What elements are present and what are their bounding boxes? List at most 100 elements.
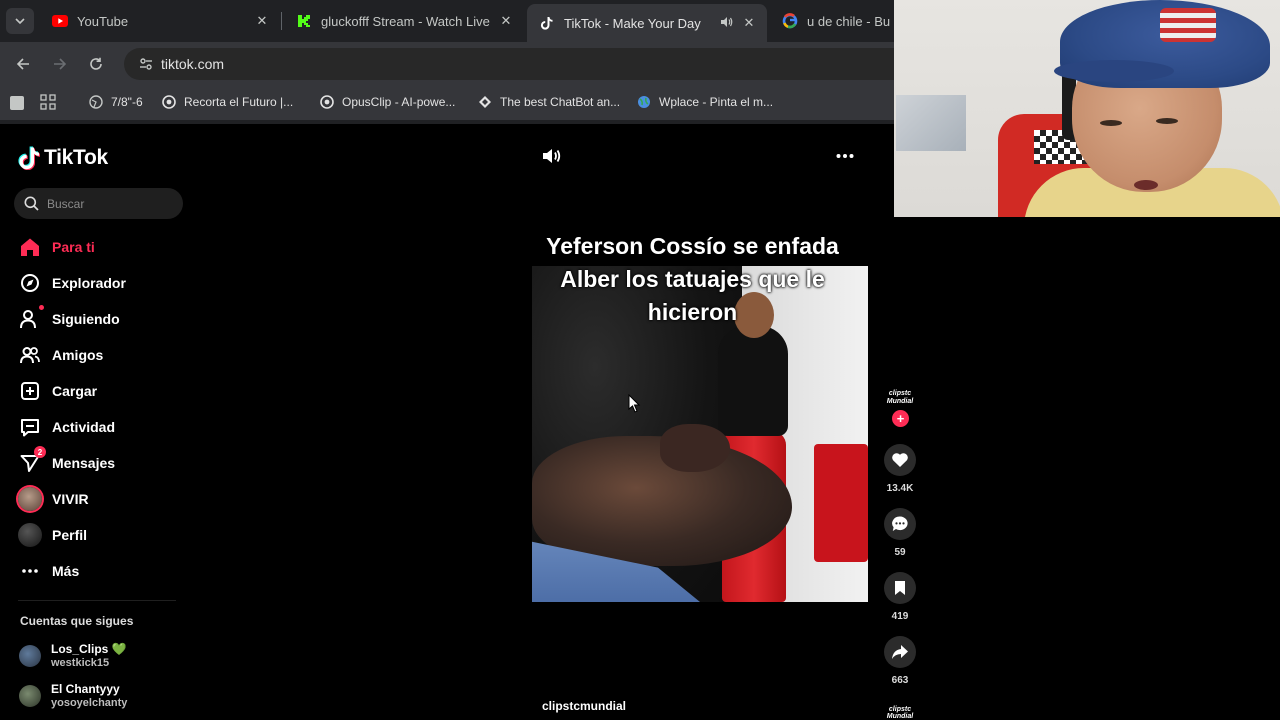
webcam-overlay [894,0,1280,217]
save-action[interactable]: 419 [880,572,920,622]
nav-para-ti[interactable]: Para ti [18,234,95,260]
share-button[interactable] [884,636,916,668]
bookmark-label: Wplace - Pinta el m... [659,95,774,109]
tiktok-logo-icon [18,146,40,170]
tab-kick[interactable]: gluckofff Stream - Watch Live o ✕ [284,4,524,38]
video-author[interactable]: clipstcmundial [542,699,626,713]
nav-mas[interactable]: Más [18,558,79,584]
friends-icon [18,343,42,367]
account-avatar [19,645,41,667]
brand-name: TikTok [44,146,108,169]
activity-icon [18,415,42,439]
nav-label: Para ti [52,239,95,255]
follow-creator-button[interactable]: + [892,410,909,427]
nav-cargar[interactable]: Cargar [18,378,97,404]
volume-button[interactable] [542,148,562,169]
chevron-down-icon [15,18,25,25]
following-account[interactable]: El Chantyyy yosoyelchanty [19,682,127,710]
sidebar-divider [18,600,176,601]
bookmark-item[interactable]: Wplace - Pinta el m... [636,94,773,110]
share-count: 663 [891,675,909,686]
bookmark-item[interactable]: 7/8"-6 [88,94,143,110]
next-creator-avatar[interactable]: clipstc Mundial [882,706,918,720]
nav-vivir[interactable]: VIVIR [18,486,89,512]
nav-actividad[interactable]: Actividad [18,414,115,440]
like-button[interactable] [884,444,916,476]
messages-icon: 2 [18,446,46,475]
more-icon [18,559,42,583]
search-placeholder: Buscar [47,196,85,211]
opus-icon [161,94,177,110]
bookmarks-bar: 7/8"-6 Recorta el Futuro |... OpusClip -… [0,86,894,120]
tab-close-button[interactable]: ✕ [498,13,514,29]
tab-close-button[interactable]: ✕ [741,15,757,31]
home-icon [18,235,42,259]
share-action[interactable]: 663 [880,636,920,686]
tab-title: gluckofff Stream - Watch Live o [321,13,490,29]
site-settings-icon[interactable] [138,56,154,72]
tab-close-button[interactable]: ✕ [254,13,270,29]
bookmark-item[interactable]: Recorta el Futuro |... [161,94,293,110]
nav-siguiendo[interactable]: Siguiendo [18,305,120,332]
comment-action[interactable]: 59 [880,508,920,558]
nav-explorador[interactable]: Explorador [18,270,126,296]
account-avatar [19,685,41,707]
tiktok-icon [539,15,555,31]
arrow-left-icon [16,58,29,70]
nav-amigos[interactable]: Amigos [18,342,103,368]
address-bar[interactable]: tiktok.com [124,48,924,80]
tab-google[interactable]: u de chile - Busc [770,4,900,38]
following-icon [18,305,44,331]
nav-label: Mensajes [52,455,116,471]
creator-avatar[interactable]: clipstc Mundial [882,385,918,411]
nav-label: VIVIR [52,491,89,507]
diamond-icon [477,94,493,110]
tab-title: YouTube [77,13,129,29]
account-handle: yosoyelchanty [51,697,128,709]
account-name: Los_Clips 💚 [51,642,127,656]
upload-icon [18,379,42,403]
tab-search-button[interactable] [6,8,34,34]
tiktok-logo[interactable]: TikTok [18,146,108,170]
apps-square-icon[interactable] [10,96,24,110]
bookmark-item[interactable]: OpusClip - AI-powe... [319,94,455,110]
arrow-right-icon [54,58,67,70]
nav-mensajes[interactable]: 2 Mensajes [18,446,116,476]
bookmark-label: The best ChatBot an... [500,95,621,109]
browser-toolbar: tiktok.com [0,42,924,86]
apps-grid-button[interactable] [40,94,56,110]
reload-button[interactable] [84,52,108,76]
tab-youtube[interactable]: YouTube ✕ [40,4,280,38]
heart-icon [892,453,908,467]
video-hand [660,424,730,472]
more-options-button[interactable] [836,146,854,171]
search-input[interactable]: Buscar [14,188,183,219]
grid-icon [40,94,56,110]
save-count: 419 [891,611,909,622]
tab-title: TikTok - Make Your Day [564,15,701,31]
like-action[interactable]: 13.4K [880,444,920,494]
forward-button[interactable] [48,52,72,76]
browser-chrome: YouTube ✕ gluckofff Stream - Watch Live … [0,0,924,124]
nav-perfil[interactable]: Perfil [18,522,87,548]
save-button[interactable] [884,572,916,604]
tab-tiktok[interactable]: TikTok - Make Your Day ✕ [527,4,767,42]
search-icon [24,196,39,211]
webcam-cap-flag [1160,8,1216,42]
comment-button[interactable] [884,508,916,540]
webcam-mouth [1134,180,1158,190]
google-icon [782,13,798,29]
webcam-eye [1156,118,1178,124]
opus-icon [319,94,335,110]
following-section-title: Cuentas que sigues [20,614,134,628]
account-name: El Chantyyy [51,682,120,696]
volume-icon [543,149,561,163]
speaker-icon[interactable] [720,16,733,31]
webcam-poster [896,95,966,151]
tiktok-sidebar: TikTok Buscar Para ti Explorador Siguien… [0,124,200,720]
following-account[interactable]: Los_Clips 💚 westkick15 [19,642,127,670]
back-button[interactable] [11,52,35,76]
ellipsis-icon [836,154,854,158]
bookmark-item[interactable]: The best ChatBot an... [477,94,620,110]
globe-icon [636,94,652,110]
